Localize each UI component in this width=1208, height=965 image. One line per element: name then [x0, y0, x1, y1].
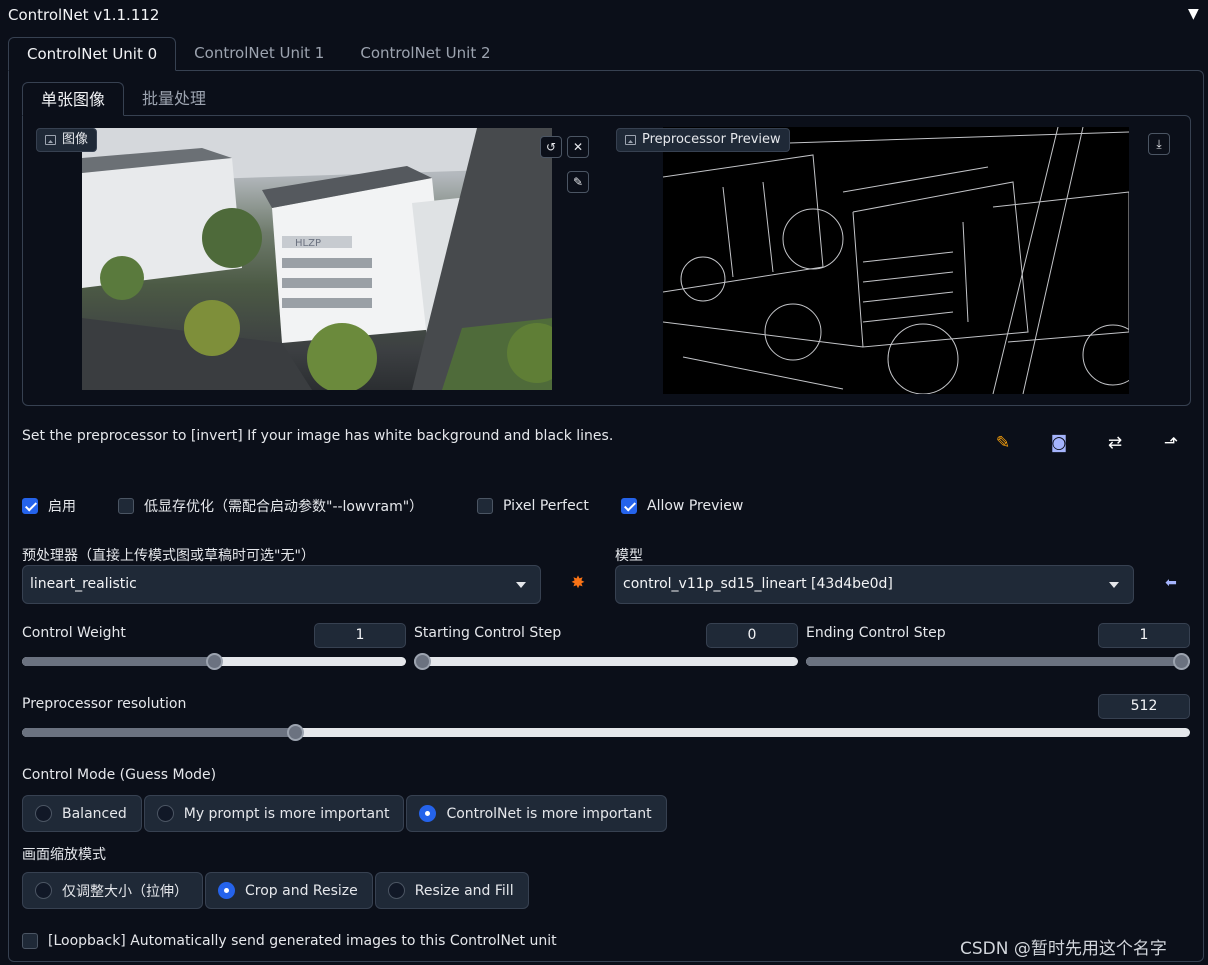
- enable-label: 启用: [48, 499, 76, 515]
- radio-dot[interactable]: [387, 882, 405, 899]
- radio-label: Crop and Resize: [245, 882, 358, 899]
- input-image-label-text: 图像: [62, 132, 89, 147]
- download-icon[interactable]: ⤓: [1148, 133, 1170, 155]
- ending-step-input[interactable]: 1: [1098, 623, 1190, 648]
- starting-step-label: Starting Control Step: [414, 625, 562, 641]
- radio-controlnet-important[interactable]: ControlNet is more important: [406, 795, 667, 832]
- controlnet-title[interactable]: ControlNet v1.1.112: [8, 6, 159, 24]
- model-dropdown[interactable]: control_v11p_sd15_lineart [43d4be0d]: [615, 565, 1134, 604]
- loopback-label: [Loopback] Automatically send generated …: [48, 933, 557, 949]
- radio-label: My prompt is more important: [183, 805, 390, 822]
- ending-step-label: Ending Control Step: [806, 625, 946, 641]
- radio-dot[interactable]: [419, 805, 437, 822]
- camera-icon[interactable]: ◙: [1046, 430, 1072, 456]
- checkbox-box[interactable]: [22, 933, 38, 949]
- control-weight-slider[interactable]: [22, 653, 406, 670]
- radio-label: Balanced: [62, 805, 127, 822]
- input-image[interactable]: HLZP: [82, 128, 552, 390]
- preprocessor-hint: Set the preprocessor to [invert] If your…: [22, 428, 614, 444]
- close-icon[interactable]: ✕: [567, 136, 589, 158]
- lineart-drawing: [663, 127, 1129, 394]
- enable-checkbox[interactable]: 启用: [22, 496, 76, 516]
- tab-single-image[interactable]: 单张图像: [22, 82, 125, 116]
- slider-thumb[interactable]: [206, 653, 223, 670]
- radio-dot[interactable]: [35, 882, 52, 899]
- radio-label: Resize and Fill: [414, 882, 514, 899]
- radio-crop-and-resize[interactable]: Crop and Resize: [205, 872, 373, 909]
- control-mode-label: Control Mode (Guess Mode): [22, 767, 217, 783]
- radio-just-resize[interactable]: 仅调整大小（拉伸）: [22, 872, 203, 909]
- pixel-perfect-checkbox[interactable]: Pixel Perfect: [477, 496, 589, 516]
- radio-dot[interactable]: [156, 805, 174, 822]
- preprocessor-preview-image: [663, 127, 1129, 394]
- unit-tab-row: ControlNet Unit 0 ControlNet Unit 1 Cont…: [8, 37, 509, 71]
- control-weight-label: Control Weight: [22, 625, 126, 641]
- checkbox-box[interactable]: [22, 498, 38, 514]
- control-weight-input[interactable]: 1: [314, 623, 406, 648]
- image-icon: [625, 135, 636, 145]
- radio-resize-and-fill[interactable]: Resize and Fill: [374, 872, 529, 909]
- pixel-perfect-label: Pixel Perfect: [503, 498, 589, 514]
- refresh-models-icon[interactable]: ⬅: [1158, 570, 1184, 596]
- slider-fill: [22, 728, 295, 737]
- image-icon: [45, 135, 56, 145]
- slider-thumb[interactable]: [1173, 653, 1190, 670]
- resize-mode-radio-group: 仅调整大小（拉伸） Crop and Resize Resize and Fil…: [22, 872, 529, 909]
- tab-batch[interactable]: 批量处理: [124, 82, 224, 116]
- triangle-down-icon[interactable]: ▼: [1188, 6, 1199, 22]
- radio-balanced[interactable]: Balanced: [22, 795, 142, 832]
- starting-step-input[interactable]: 0: [706, 623, 798, 648]
- resize-mode-label: 画面缩放模式: [22, 847, 106, 863]
- low-vram-label: 低显存优化（需配合启动参数"--lowvram"）: [144, 499, 424, 515]
- brush-icon[interactable]: ✎: [567, 171, 589, 193]
- radio-prompt-important[interactable]: My prompt is more important: [143, 795, 405, 832]
- low-vram-checkbox[interactable]: 低显存优化（需配合启动参数"--lowvram"）: [118, 496, 423, 516]
- allow-preview-checkbox[interactable]: Allow Preview: [621, 496, 743, 516]
- radio-label: 仅调整大小（拉伸）: [62, 883, 188, 900]
- image-tab-row: 单张图像 批量处理: [22, 82, 224, 116]
- slider-fill: [22, 657, 214, 666]
- preprocessor-dropdown[interactable]: lineart_realistic: [22, 565, 541, 604]
- radio-dot[interactable]: [35, 805, 52, 822]
- preprocessor-value: lineart_realistic: [30, 576, 137, 592]
- preprocessor-resolution-slider[interactable]: [22, 724, 1190, 741]
- loopback-checkbox[interactable]: [Loopback] Automatically send generated …: [22, 931, 557, 951]
- tab-unit-0[interactable]: ControlNet Unit 0: [8, 37, 177, 71]
- allow-preview-label: Allow Preview: [647, 498, 744, 514]
- slider-thumb[interactable]: [414, 653, 431, 670]
- preprocessor-resolution-input[interactable]: 512: [1098, 694, 1190, 719]
- chevron-down-icon: [1109, 582, 1119, 588]
- control-mode-radio-group: Balanced My prompt is more important Con…: [22, 795, 667, 832]
- send-up-icon[interactable]: ⬏: [1158, 430, 1184, 456]
- input-image-label: 图像: [36, 128, 98, 152]
- preprocessor-resolution-label: Preprocessor resolution: [22, 696, 187, 712]
- checkbox-box[interactable]: [621, 498, 637, 514]
- photo-sign-text: HLZP: [295, 238, 321, 249]
- radio-dot[interactable]: [218, 882, 235, 899]
- run-preprocessor-icon[interactable]: ✸: [565, 570, 591, 596]
- radio-label: ControlNet is more important: [446, 805, 652, 822]
- chevron-down-icon: [516, 582, 526, 588]
- tab-unit-1[interactable]: ControlNet Unit 1: [176, 37, 342, 71]
- checkbox-box[interactable]: [118, 498, 134, 514]
- input-photo-drawing: HLZP: [82, 128, 552, 390]
- starting-step-slider[interactable]: [414, 653, 798, 670]
- slider-thumb[interactable]: [287, 724, 304, 741]
- swap-icon[interactable]: ⇄: [1102, 430, 1128, 456]
- watermark: CSDN @暂时先用这个名字: [960, 939, 1167, 959]
- model-value: control_v11p_sd15_lineart [43d4be0d]: [623, 576, 893, 592]
- rotate-icon[interactable]: ↺: [540, 136, 562, 158]
- preview-image-label: Preprocessor Preview: [616, 128, 790, 152]
- edit-icon[interactable]: ✎: [990, 430, 1016, 456]
- ending-step-slider[interactable]: [806, 653, 1190, 670]
- preprocessor-label: 预处理器（直接上传模式图或草稿时可选"无"）: [22, 548, 315, 564]
- preview-image-label-text: Preprocessor Preview: [642, 132, 781, 147]
- slider-fill: [806, 657, 1181, 666]
- tab-unit-2[interactable]: ControlNet Unit 2: [342, 37, 508, 71]
- checkbox-box[interactable]: [477, 498, 493, 514]
- model-label: 模型: [615, 548, 643, 564]
